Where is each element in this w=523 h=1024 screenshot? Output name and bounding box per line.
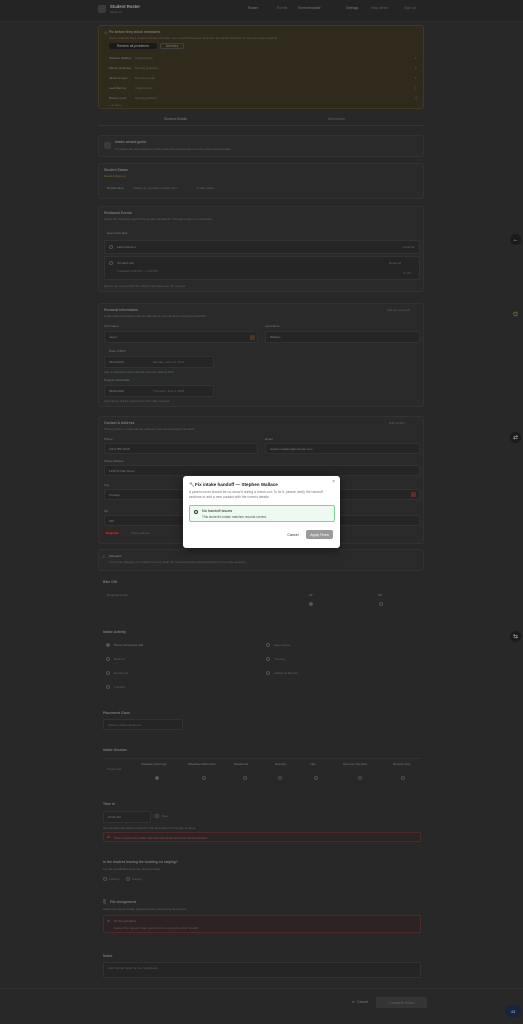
close-icon[interactable]: × xyxy=(332,479,335,485)
modal-description: A parent cover should be no-show'd durin… xyxy=(189,490,323,499)
apply-fixes-button[interactable]: Apply Fixes xyxy=(306,530,333,539)
radio-icon xyxy=(194,510,198,514)
modal-title: Fix intake handoff — Stephen Wallace xyxy=(195,482,278,487)
modal-cancel-button[interactable]: Cancel xyxy=(282,530,304,539)
fix-handoff-modal: 🔧 Fix intake handoff — Stephen Wallace ×… xyxy=(183,476,340,548)
no-handoff-issues-option[interactable]: No handoff issues This student's intake … xyxy=(189,505,335,522)
wrench-icon: 🔧 xyxy=(189,482,195,487)
